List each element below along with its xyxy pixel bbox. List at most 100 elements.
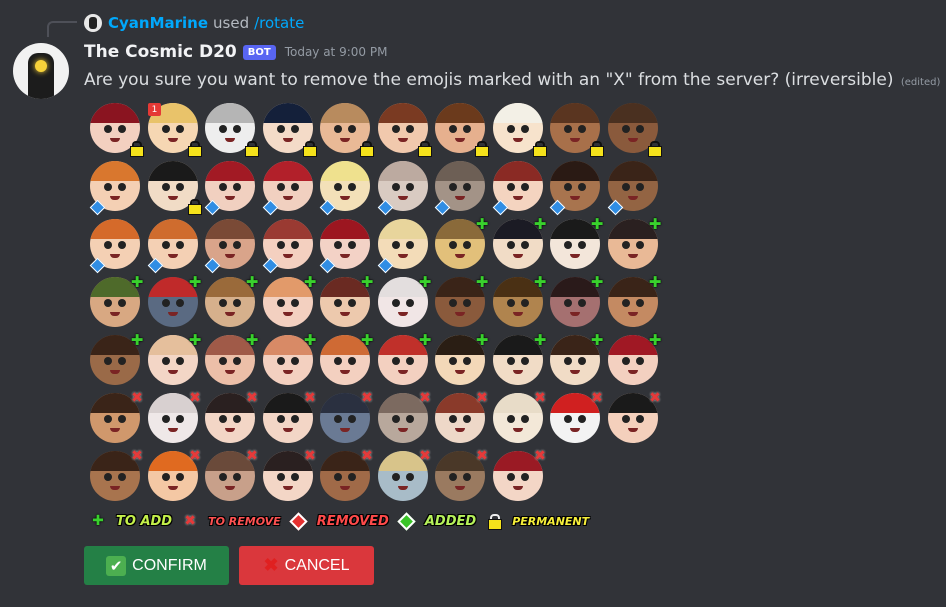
emoji-tile[interactable]: ✖	[90, 390, 143, 445]
emoji-tile[interactable]: ✖	[435, 448, 488, 503]
emoji-tile[interactable]: ✖	[90, 448, 143, 503]
emoji-tile[interactable]: 1	[148, 103, 202, 157]
emoji-tile[interactable]	[205, 219, 257, 271]
emoji-tile[interactable]	[263, 161, 315, 213]
emoji-tile[interactable]: ✚	[205, 331, 258, 387]
emoji-mouth	[398, 312, 408, 316]
emoji-tile[interactable]: ✖	[608, 390, 661, 445]
emoji-mouth	[283, 370, 293, 374]
emoji-mouth	[225, 370, 235, 374]
emoji-tile[interactable]: ✖	[320, 448, 373, 503]
emoji-tile[interactable]	[90, 103, 144, 157]
emoji-tile[interactable]	[378, 161, 430, 213]
bot-tag-badge: BOT	[242, 44, 276, 60]
emoji-tile[interactable]: ✖	[148, 390, 201, 445]
emoji-tile[interactable]	[90, 161, 142, 213]
emoji-tile[interactable]: ✚	[205, 273, 258, 329]
message-timestamp[interactable]: Today at 9:00 PM	[285, 45, 388, 59]
emoji-tile[interactable]: ✚	[320, 331, 373, 387]
emoji-tile[interactable]: ✚	[90, 273, 143, 329]
cancel-button[interactable]: ✖ CANCEL	[239, 546, 374, 585]
emoji-tile[interactable]	[263, 219, 315, 271]
emoji-tile[interactable]	[205, 103, 259, 157]
lock-icon	[360, 141, 374, 157]
emoji-tile[interactable]: ✚	[493, 273, 546, 329]
emoji-tile[interactable]	[493, 161, 545, 213]
diamond-icon	[205, 200, 218, 213]
emoji-eye	[277, 473, 285, 481]
emoji-hair	[435, 103, 485, 123]
emoji-tile[interactable]	[435, 161, 487, 213]
emoji-eye	[162, 299, 170, 307]
emoji-tile[interactable]: ✚	[550, 215, 603, 271]
emoji-eye	[636, 125, 644, 133]
emoji-eye	[507, 125, 515, 133]
emoji-tile[interactable]	[148, 219, 200, 271]
emoji-eye	[564, 241, 572, 249]
emoji-tile[interactable]	[378, 219, 430, 271]
emoji-tile[interactable]	[148, 161, 202, 215]
emoji-tile[interactable]: ✚	[550, 273, 603, 329]
emoji-tile[interactable]: ✖	[435, 390, 488, 445]
emoji-tile[interactable]: ✚	[263, 331, 316, 387]
emoji-tile[interactable]	[320, 161, 372, 213]
emoji-tile[interactable]	[608, 103, 662, 157]
emoji-tile[interactable]: ✖	[263, 390, 316, 445]
emoji-tile[interactable]: ✖	[550, 390, 603, 445]
emoji-eye	[463, 415, 471, 423]
emoji-tile[interactable]: ✚	[608, 331, 661, 387]
emoji-tile[interactable]: ✚	[263, 273, 316, 329]
emoji-tile[interactable]: ✚	[435, 273, 488, 329]
emoji-tile[interactable]	[493, 103, 547, 157]
emoji-tile[interactable]	[550, 103, 604, 157]
diamond-icon	[320, 258, 333, 271]
emoji-tile[interactable]: ✚	[435, 215, 488, 271]
emoji-tile[interactable]: ✖	[493, 390, 546, 445]
emoji-tile[interactable]: ✖	[378, 390, 431, 445]
emoji-eye	[578, 183, 586, 191]
lock-icon	[486, 513, 503, 530]
emoji-tile[interactable]	[550, 161, 602, 213]
emoji-mouth	[110, 138, 120, 142]
emoji-tile[interactable]	[90, 219, 142, 271]
emoji-tile[interactable]: ✖	[205, 390, 258, 445]
emoji-tile[interactable]: ✚	[378, 331, 431, 387]
reply-reference[interactable]: CyanMarine used /rotate	[84, 14, 304, 32]
emoji-tile[interactable]: ✚	[608, 273, 661, 329]
emoji-eye	[521, 183, 529, 191]
emoji-tile[interactable]: ✚	[90, 331, 143, 387]
reply-username[interactable]: CyanMarine	[108, 14, 208, 32]
reply-command[interactable]: /rotate	[254, 14, 304, 32]
emoji-eye	[406, 183, 414, 191]
emoji-tile[interactable]	[435, 103, 489, 157]
bot-avatar[interactable]	[13, 43, 69, 99]
emoji-tile[interactable]: ✖	[320, 390, 373, 445]
emoji-tile[interactable]	[378, 103, 432, 157]
emoji-tile[interactable]: ✖	[493, 448, 546, 503]
emoji-tile[interactable]: ✖	[205, 448, 258, 503]
emoji-tile[interactable]: ✚	[493, 215, 546, 271]
diamond-icon	[205, 258, 218, 271]
emoji-tile[interactable]	[205, 161, 257, 213]
emoji-tile[interactable]: ✚	[148, 331, 201, 387]
emoji-tile[interactable]: ✖	[148, 448, 201, 503]
emoji-tile[interactable]: ✚	[550, 331, 603, 387]
author-name[interactable]: The Cosmic D20	[84, 42, 237, 62]
emoji-tile[interactable]: ✖	[378, 448, 431, 503]
emoji-tile[interactable]: ✚	[608, 215, 661, 271]
emoji-tile[interactable]: ✚	[435, 331, 488, 387]
emoji-tile[interactable]	[320, 219, 372, 271]
emoji-tile[interactable]: ✖	[263, 448, 316, 503]
confirm-button[interactable]: ✔ CONFIRM	[84, 546, 229, 585]
reply-avatar[interactable]	[84, 14, 102, 32]
emoji-tile[interactable]	[320, 103, 374, 157]
emoji-eye	[449, 299, 457, 307]
emoji-tile[interactable]: ✚	[320, 273, 373, 329]
emoji-mouth	[168, 138, 178, 142]
x-icon: ✖	[131, 448, 143, 464]
emoji-tile[interactable]	[608, 161, 660, 213]
emoji-tile[interactable]: ✚	[148, 273, 201, 329]
emoji-tile[interactable]: ✚	[378, 273, 431, 329]
emoji-tile[interactable]	[263, 103, 317, 157]
emoji-tile[interactable]: ✚	[493, 331, 546, 387]
